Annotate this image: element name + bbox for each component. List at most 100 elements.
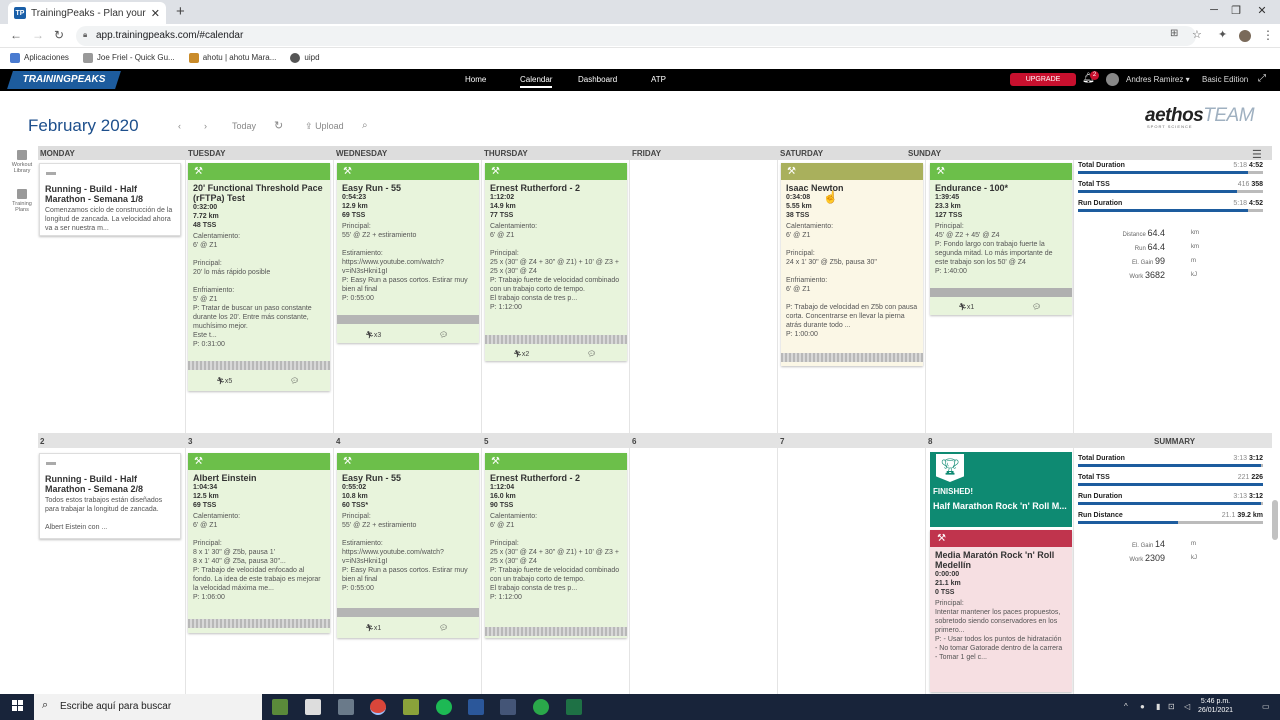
close-window-icon[interactable]: ✕	[1252, 4, 1272, 17]
volume-icon[interactable]: ◁	[1184, 702, 1190, 711]
nav-atp[interactable]: ATP	[651, 75, 666, 84]
browser-tab[interactable]: TP TrainingPeaks - Plan your training ✕	[8, 2, 166, 24]
date-label: 4	[336, 437, 341, 446]
url-input[interactable]: 🔒︎ app.trainingpeaks.com/#calendar	[76, 26, 1196, 46]
notifications-icon[interactable]: ▭	[1262, 702, 1270, 711]
user-name[interactable]: Andres Ramirez ▾	[1126, 75, 1190, 84]
day-header-tuesday: TUESDAY	[188, 149, 226, 158]
training-plans-button[interactable]: Training Plans	[8, 189, 36, 213]
taskbar-search-input[interactable]: ⌕ Escribe aquí para buscar	[34, 694, 262, 720]
book-icon	[17, 150, 27, 160]
reload-icon[interactable]: ↻	[54, 28, 64, 42]
column-divider	[1073, 160, 1074, 694]
workout-card-week1-sunday[interactable]: ⚒ Endurance - 100* 1:39:45 23.3 km 127 T…	[930, 163, 1072, 315]
date-label: 7	[780, 437, 785, 446]
tray-chevron-icon[interactable]: ^	[1124, 702, 1128, 711]
race-workout-card[interactable]: ⚒ Media Maratón Rock 'n' Roll Medellín 0…	[930, 530, 1072, 692]
summary-row-value: 221 226	[1237, 474, 1263, 481]
shoe-count[interactable]: 🏃︎x3	[365, 331, 381, 339]
file-explorer-icon[interactable]	[272, 699, 288, 715]
plans-icon	[17, 189, 27, 199]
user-avatar[interactable]	[1106, 73, 1119, 86]
shoe-count[interactable]: 🏃︎x1	[365, 624, 381, 632]
workout-card-week2-wednesday[interactable]: ⚒ Easy Run - 55 0:55:02 10.8 km 60 TSS* …	[337, 453, 479, 638]
workout-card-week2-tuesday[interactable]: ⚒ Albert Einstein 1:04:34 12.5 km 69 TSS…	[188, 453, 330, 633]
shoe-count[interactable]: 🏃︎x2	[513, 350, 529, 358]
summary-total: El. Gain 99	[1131, 256, 1165, 266]
month-title: February 2020	[28, 116, 139, 135]
notification-badge: 2	[1090, 71, 1099, 80]
notes-icon[interactable]	[403, 699, 419, 715]
translate-icon[interactable]: ⊞	[1170, 28, 1178, 39]
shoe-count[interactable]: 🏃︎x1	[958, 303, 974, 311]
network-icon[interactable]: ⊡	[1168, 702, 1175, 711]
comment-icon[interactable]: 💬︎	[290, 377, 299, 385]
spotify-icon[interactable]	[436, 699, 452, 715]
shoe-count[interactable]: 🏃︎x5	[216, 377, 232, 385]
upgrade-button[interactable]: UPGRADE	[1010, 73, 1076, 86]
taskbar-clock[interactable]: 5:46 p.m. 26/01/2021	[1198, 697, 1233, 715]
refresh-icon[interactable]: ↻	[274, 119, 283, 132]
prev-month-icon[interactable]: ‹	[178, 121, 181, 131]
comment-icon[interactable]: 💬︎	[439, 624, 448, 632]
mouse-cursor-icon: ☝	[823, 190, 838, 204]
bookmark-ahotu[interactable]: ahotu | ahotu Mara...	[188, 53, 276, 63]
day-header-thursday: THURSDAY	[484, 149, 528, 158]
chrome-icon[interactable]	[370, 699, 386, 715]
today-button[interactable]: Today	[232, 121, 256, 131]
browser-tab-bar: TP TrainingPeaks - Plan your training ✕ …	[0, 0, 1280, 24]
word-icon[interactable]	[468, 699, 484, 715]
store-icon[interactable]	[305, 699, 321, 715]
tab-title: TrainingPeaks - Plan your training	[31, 7, 147, 19]
summary-row-value: 5:18 4:52	[1233, 162, 1263, 169]
hamburger-menu-icon[interactable]: ☰	[1252, 148, 1262, 161]
summary-progress-bar	[1078, 464, 1263, 467]
next-month-icon[interactable]: ›	[204, 121, 207, 131]
search-icon[interactable]: ⌕	[362, 120, 368, 131]
workout-card-week2-thursday[interactable]: ⚒ Ernest Rutherford - 2 1:12:04 16.0 km …	[485, 453, 627, 638]
scrollbar-thumb[interactable]	[1272, 500, 1278, 540]
mail-icon[interactable]	[338, 699, 354, 715]
bookmark-joe-friel[interactable]: Joe Friel - Quick Gu...	[82, 53, 175, 63]
comment-icon[interactable]: 💬︎	[1032, 303, 1041, 311]
comment-icon[interactable]: 💬︎	[439, 331, 448, 339]
summary-total: Distance 64.4	[1122, 228, 1165, 238]
workout-card-week1-wednesday[interactable]: ⚒ Easy Run - 55 0:54:23 12.9 km 69 TSS P…	[337, 163, 479, 343]
close-tab-icon[interactable]: ✕	[151, 7, 160, 20]
restore-icon[interactable]: ❐	[1226, 4, 1246, 17]
bookmark-uipd[interactable]: uipd	[290, 53, 320, 63]
aethos-tagline: SPORT SCIENCE	[1147, 124, 1193, 129]
extensions-icon[interactable]: ✦	[1218, 28, 1227, 41]
nav-calendar[interactable]: Calendar	[520, 75, 553, 88]
windows-start-icon[interactable]	[12, 700, 24, 712]
upload-button[interactable]: ⇪ Upload	[305, 121, 344, 132]
fullscreen-icon[interactable]: ⤢	[1258, 73, 1266, 84]
workout-library-button[interactable]: Workout Library	[8, 150, 36, 174]
app-icon[interactable]	[500, 699, 516, 715]
bookmark-apps[interactable]: Aplicaciones	[10, 53, 69, 63]
bookmark-star-icon[interactable]: ☆	[1192, 28, 1202, 41]
whatsapp-icon[interactable]	[533, 699, 549, 715]
browser-menu-icon[interactable]: ⋮	[1262, 28, 1274, 42]
minimize-icon[interactable]: ─	[1204, 4, 1224, 16]
nav-home[interactable]: Home	[465, 75, 486, 84]
workout-card-week1-thursday[interactable]: ⚒ Ernest Rutherford - 2 1:12:02 14.9 km …	[485, 163, 627, 361]
edition-label[interactable]: Basic Edition	[1202, 75, 1248, 84]
note-icon: ▬	[46, 457, 56, 468]
workout-card-week1-monday[interactable]: ▬ Running - Build - Half Marathon - Sema…	[39, 163, 181, 236]
tray-app-icon[interactable]: ●	[1140, 702, 1145, 711]
profile-avatar[interactable]	[1239, 30, 1251, 42]
back-icon[interactable]: ←	[10, 28, 22, 42]
trainingpeaks-logo[interactable]: TRAININGPEAKS	[7, 71, 121, 89]
day-header-sunday: SUNDAY	[908, 149, 942, 158]
forward-icon[interactable]: →	[32, 28, 44, 42]
finished-race-card[interactable]: 🏆︎ FINISHED! Half Marathon Rock 'n' Roll…	[930, 452, 1072, 527]
workout-card-week1-tuesday[interactable]: ⚒ 20' Functional Threshold Pace (rFTPa) …	[188, 163, 330, 391]
excel-icon[interactable]	[566, 699, 582, 715]
workout-card-week1-saturday[interactable]: ⚒ Isaac Newton 0:34:08 5.55 km 38 TSS Ca…	[781, 163, 923, 366]
nav-dashboard[interactable]: Dashboard	[578, 75, 617, 84]
usb-icon[interactable]: ▮	[1156, 702, 1160, 711]
comment-icon[interactable]: 💬︎	[587, 350, 596, 358]
workout-card-week2-monday[interactable]: ▬ Running - Build - Half Marathon - Sema…	[39, 453, 181, 539]
new-tab-icon[interactable]: +	[176, 3, 185, 20]
